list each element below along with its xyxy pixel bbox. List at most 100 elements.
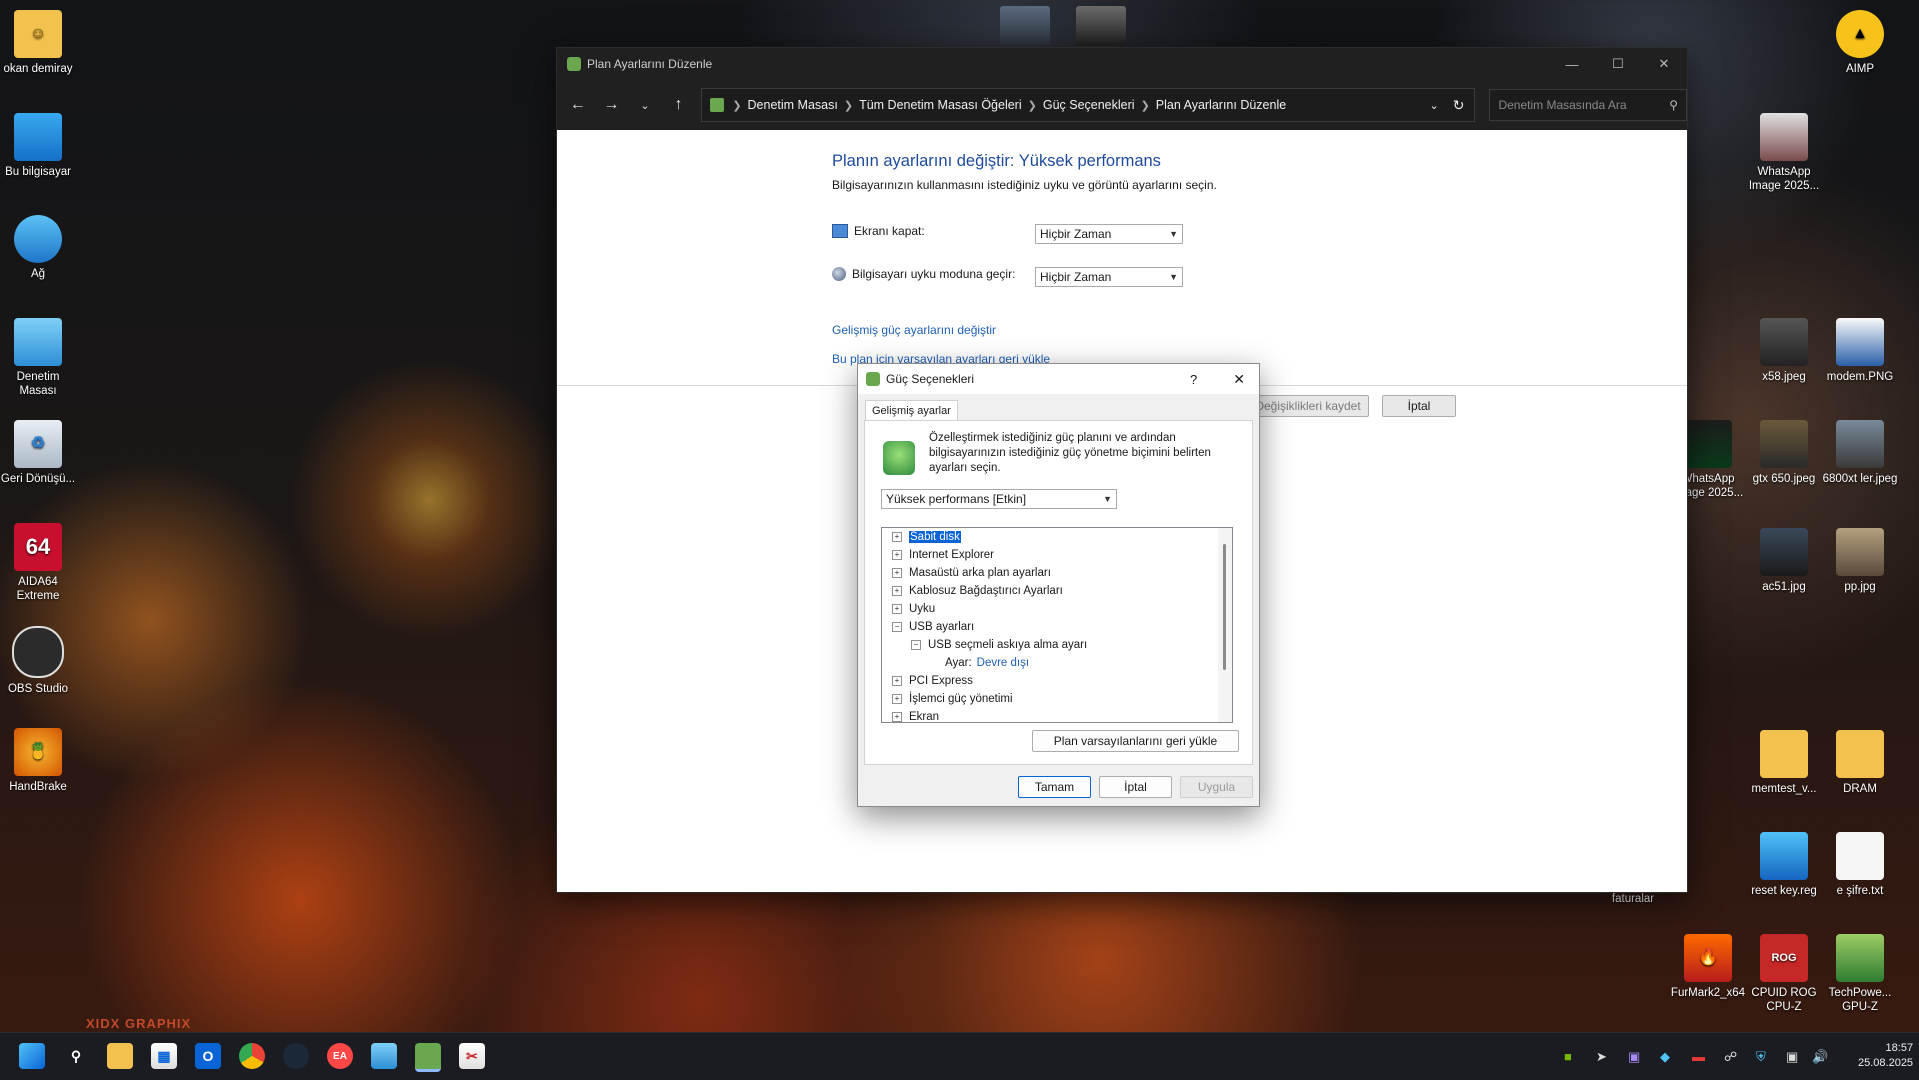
desktop-icon-gpuz[interactable]: TechPowe... GPU-Z (1822, 934, 1898, 1014)
tree-item-sleep[interactable]: + Uyku (892, 600, 935, 618)
restore-plan-defaults-button[interactable]: Plan varsayılanlarını geri yükle (1032, 730, 1239, 752)
clock[interactable]: 18:57 25.08.2025 (1858, 1041, 1913, 1071)
window-titlebar[interactable]: Plan Ayarlarını Düzenle — ☐ ✕ (557, 48, 1687, 80)
desktop-icon-modem[interactable]: modem.PNG (1822, 318, 1898, 384)
desktop-icon-whatsapp-image-1[interactable]: WhatsApp Image 2025... (1746, 113, 1822, 193)
control-panel-icon[interactable] (371, 1043, 397, 1069)
address-dropdown-chevron-icon[interactable]: ⌄ (1429, 99, 1438, 112)
steam-icon[interactable] (283, 1043, 309, 1069)
collapse-icon[interactable]: − (892, 622, 902, 632)
breadcrumb-edit-plan[interactable]: Plan Ayarlarını Düzenle (1156, 98, 1286, 112)
display-off-select[interactable]: Hiçbir Zaman ▼ (1035, 224, 1183, 244)
desktop-icon-handbrake[interactable]: 🍍 HandBrake (0, 728, 76, 794)
search-box[interactable]: Denetim Masasında Ara ⚲ (1489, 89, 1688, 121)
plan-select[interactable]: Yüksek performans [Etkin] ▼ (881, 489, 1117, 509)
desktop-icon-obs-studio[interactable]: OBS Studio (0, 626, 76, 696)
tray-defender-icon[interactable]: ⛨ (1756, 1049, 1766, 1065)
ok-button[interactable]: Tamam (1018, 776, 1091, 798)
expand-icon[interactable]: + (892, 604, 902, 614)
tree-item-usb-selective-suspend[interactable]: − USB seçmeli askıya alma ayarı (911, 636, 1087, 654)
breadcrumb-control-panel[interactable]: Denetim Masası (748, 98, 838, 112)
power-options-icon[interactable] (415, 1043, 441, 1072)
tree-item-pci-express[interactable]: + PCI Express (892, 672, 973, 690)
collapse-icon[interactable]: − (911, 640, 921, 650)
desktop-icon-recycle-bin[interactable]: ♻ Geri Dönüşü... (0, 420, 76, 486)
close-window-button[interactable]: ✕ (1641, 48, 1687, 80)
desktop-icon-network[interactable]: Ağ (0, 215, 76, 281)
tree-item-internet-explorer[interactable]: + Internet Explorer (892, 546, 994, 564)
window-cancel-button[interactable]: İptal (1382, 395, 1456, 417)
ea-icon[interactable]: EA (327, 1043, 353, 1069)
breadcrumb-all-items[interactable]: Tüm Denetim Masası Öğeleri (859, 98, 1022, 112)
recent-chevron-down-icon[interactable]: ⌄ (628, 99, 662, 112)
address-bar[interactable]: ❯ Denetim Masası ❯ Tüm Denetim Masası Öğ… (701, 88, 1476, 122)
tray-arrow-icon[interactable]: ➤ (1596, 1049, 1607, 1065)
setting-value-link[interactable]: Devre dışı (977, 657, 1029, 669)
tree-item-wireless-adapter[interactable]: + Kablosuz Bağdaştırıcı Ayarları (892, 582, 1063, 600)
expand-icon[interactable]: + (892, 532, 902, 542)
expand-icon[interactable]: + (892, 694, 902, 704)
expand-icon[interactable]: + (892, 568, 902, 578)
advanced-settings-link[interactable]: Gelişmiş güç ayarlarını değiştir (832, 323, 996, 337)
expand-icon[interactable]: + (892, 586, 902, 596)
desktop-icon-e-sifre[interactable]: e şifre.txt (1822, 832, 1898, 898)
desktop-icon-this-pc[interactable]: Bu bilgisayar (0, 113, 76, 179)
desktop-icon-aimp[interactable]: ▲ AIMP (1822, 10, 1898, 76)
dialog-cancel-button[interactable]: İptal (1099, 776, 1172, 798)
tree-item-setting-value[interactable]: Ayar: Devre dışı (945, 654, 1029, 672)
desktop-icon-furmark[interactable]: 🔥 FurMark2_x64 (1670, 934, 1746, 1000)
dialog-titlebar[interactable]: Güç Seçenekleri ? ✕ (858, 364, 1259, 394)
settings-tree[interactable]: + Sabit disk + Internet Explorer + Masaü… (881, 527, 1233, 723)
scrollbar-thumb[interactable] (1223, 544, 1226, 670)
desktop-thumbnail-1[interactable] (1000, 6, 1050, 46)
desktop-icon-6800xt[interactable]: 6800xt ler.jpeg (1822, 420, 1898, 486)
tree-scrollbar[interactable] (1218, 528, 1232, 722)
start-icon[interactable] (19, 1043, 45, 1069)
nvidia-tray-icon[interactable]: ■ (1564, 1049, 1572, 1064)
snip-icon[interactable]: ✂ (459, 1043, 485, 1069)
apply-button[interactable]: Uygula (1180, 776, 1253, 798)
desktop-thumbnail-2[interactable] (1076, 6, 1126, 46)
expand-icon[interactable]: + (892, 676, 902, 686)
help-button[interactable]: ? (1190, 372, 1197, 387)
desktop-icon-aida64[interactable]: 64 AIDA64 Extreme (0, 523, 76, 603)
desktop-icon-memtest[interactable]: memtest_v... (1746, 730, 1822, 796)
volume-icon[interactable]: 🔊 (1812, 1049, 1828, 1065)
desktop-icon-gtx650[interactable]: gtx 650.jpeg (1746, 420, 1822, 486)
search-input[interactable]: Denetim Masasında Ara (1498, 98, 1626, 112)
tray-msi-icon[interactable]: ▬ (1692, 1049, 1705, 1064)
desktop-icon-x58[interactable]: x58.jpeg (1746, 318, 1822, 384)
tree-item-hard-disk[interactable]: + Sabit disk (892, 528, 961, 546)
tray-app-icon[interactable]: ◆ (1660, 1049, 1670, 1065)
breadcrumb-power-options[interactable]: Güç Seçenekleri (1043, 98, 1135, 112)
save-changes-button[interactable]: Değişiklikleri kaydet (1247, 395, 1369, 417)
desktop-icon-ac51[interactable]: ac51.jpg (1746, 528, 1822, 594)
desktop-icon-cpuz[interactable]: ROG CPUID ROG CPU-Z (1746, 934, 1822, 1014)
tree-item-desktop-background[interactable]: + Masaüstü arka plan ayarları (892, 564, 1051, 582)
tray-ethernet-icon[interactable]: ▣ (1786, 1049, 1798, 1065)
expand-icon[interactable]: + (892, 550, 902, 560)
tree-item-processor-power[interactable]: + İşlemci güç yönetimi (892, 690, 1013, 708)
chrome-icon[interactable] (239, 1043, 265, 1069)
search-icon[interactable]: ⚲ (63, 1043, 89, 1069)
desktop-icon-reset-key[interactable]: reset key.reg (1746, 832, 1822, 898)
tree-item-usb-settings[interactable]: − USB ayarları (892, 618, 974, 636)
store-icon[interactable]: ▦ (151, 1043, 177, 1069)
maximize-button[interactable]: ☐ (1595, 48, 1641, 80)
back-arrow-icon[interactable]: ← (561, 96, 595, 114)
desktop-icon-control-panel[interactable]: Denetim Masası (0, 318, 76, 398)
outlook-icon[interactable]: O (195, 1043, 221, 1069)
tray-network-icon[interactable]: ☍ (1724, 1049, 1737, 1065)
forward-arrow-icon[interactable]: → (595, 96, 629, 114)
tray-monitor-icon[interactable]: ▣ (1628, 1049, 1640, 1065)
desktop-icon-dram[interactable]: DRAM (1822, 730, 1898, 796)
refresh-icon[interactable]: ↻ (1453, 97, 1465, 114)
expand-icon[interactable]: + (892, 712, 902, 722)
tree-item-display[interactable]: + Ekran (892, 708, 939, 722)
file-explorer-icon[interactable] (107, 1043, 133, 1069)
tab-advanced-settings[interactable]: Gelişmiş ayarlar (865, 400, 958, 421)
minimize-button[interactable]: — (1549, 48, 1595, 80)
desktop-icon-user-folder[interactable]: ☺ okan demiray (0, 10, 76, 76)
up-arrow-icon[interactable]: ↑ (662, 96, 696, 114)
sleep-select[interactable]: Hiçbir Zaman ▼ (1035, 267, 1183, 287)
